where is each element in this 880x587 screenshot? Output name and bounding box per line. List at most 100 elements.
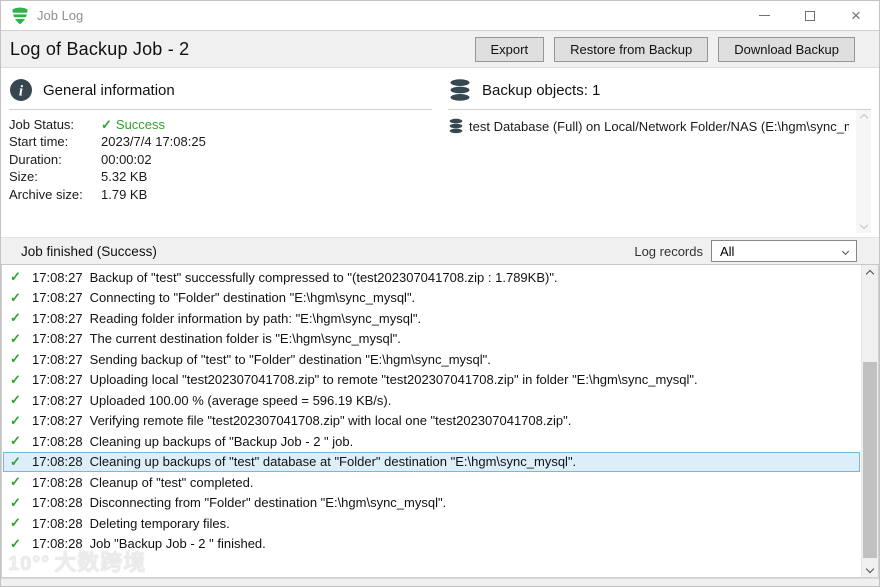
log-time: 17:08:28: [32, 434, 83, 449]
log-time: 17:08:27: [32, 290, 83, 305]
log-row[interactable]: ✓ 17:08:28 Cleanup of "test" completed.: [3, 472, 860, 493]
maximize-button[interactable]: [787, 1, 833, 30]
log-row[interactable]: ✓ 17:08:27 Uploading local "test20230704…: [3, 370, 860, 391]
check-icon: ✓: [10, 392, 26, 408]
scroll-down-icon: [859, 221, 867, 229]
log-time: 17:08:28: [32, 495, 83, 510]
check-icon: ✓: [10, 310, 26, 326]
watermark: 10°°大数跨境: [8, 545, 146, 577]
scroll-down-button[interactable]: [862, 560, 878, 577]
general-information-panel: i General information Job Status: ✓ Succe…: [9, 76, 432, 237]
watermark-logo: 10°°: [8, 553, 50, 575]
log-row[interactable]: ✓ 17:08:27 Reading folder information by…: [3, 308, 860, 329]
log-row[interactable]: ✓ 17:08:27 Connecting to "Folder" destin…: [3, 288, 860, 309]
check-icon: ✓: [10, 372, 26, 388]
log-row[interactable]: ✓ 17:08:27 Verifying remote file "test20…: [3, 411, 860, 432]
check-icon: ✓: [10, 454, 26, 470]
window-title: Job Log: [37, 8, 741, 23]
minimize-icon: [759, 15, 770, 16]
backup-object-item[interactable]: test Database (Full) on Local/Network Fo…: [448, 118, 871, 134]
backup-object-label: test Database (Full) on Local/Network Fo…: [469, 119, 849, 134]
log-time: 17:08:27: [32, 372, 83, 387]
log-time: 17:08:27: [32, 413, 83, 428]
log-row[interactable]: ✓ 17:08:27 The current destination folde…: [3, 329, 860, 350]
backup-objects-title: Backup objects: 1: [482, 82, 600, 99]
check-icon: ✓: [101, 117, 112, 132]
log-message: Cleaning up backups of "test" database a…: [90, 454, 577, 469]
scroll-up-button[interactable]: [862, 265, 878, 282]
log-message: Disconnecting from "Folder" destination …: [90, 495, 447, 510]
check-icon: ✓: [10, 269, 26, 285]
info-label: Job Status:: [9, 116, 101, 133]
log-records-filter: Log records All: [634, 240, 857, 262]
log-message: Reading folder information by path: "E:\…: [90, 311, 422, 326]
log-row[interactable]: ✓ 17:08:28 Disconnecting from "Folder" d…: [3, 493, 860, 514]
log-row[interactable]: ✓ 17:08:28 Deleting temporary files.: [3, 513, 860, 534]
job-finished-status: Job finished (Success): [21, 244, 634, 259]
info-icon: i: [9, 78, 33, 102]
log-time: 17:08:28: [32, 475, 83, 490]
backup-objects-scrollbar[interactable]: [856, 110, 871, 233]
close-button[interactable]: ×: [833, 1, 879, 30]
size-value: 5.32 KB: [101, 168, 432, 185]
scroll-up-icon: [866, 269, 874, 277]
log-message: Verifying remote file "test202307041708.…: [90, 413, 572, 428]
backup-objects-header: Backup objects: 1: [448, 76, 871, 110]
log-row[interactable]: ✓ 17:08:27 Sending backup of "test" to "…: [3, 349, 860, 370]
log-message: Backup of "test" successfully compressed…: [90, 270, 558, 285]
check-icon: ✓: [10, 515, 26, 531]
check-icon: ✓: [10, 290, 26, 306]
log-message: Cleanup of "test" completed.: [90, 475, 254, 490]
info-label: Duration:: [9, 151, 101, 168]
general-information-title: General information: [43, 82, 175, 99]
log-time: 17:08:27: [32, 311, 83, 326]
check-icon: ✓: [10, 351, 26, 367]
log-row[interactable]: ✓ 17:08:27 Uploaded 100.00 % (average sp…: [3, 390, 860, 411]
log-records-select[interactable]: All: [711, 240, 857, 262]
info-label: Archive size:: [9, 186, 101, 203]
watermark-text: 大数跨境: [54, 550, 146, 575]
log-time: 17:08:27: [32, 270, 83, 285]
log-scrollbar[interactable]: [861, 265, 878, 577]
check-icon: ✓: [10, 413, 26, 429]
check-icon: ✓: [10, 433, 26, 449]
app-logo-shield-icon: [10, 6, 30, 26]
export-button[interactable]: Export: [475, 37, 545, 62]
info-panels: i General information Job Status: ✓ Succe…: [1, 68, 879, 237]
window-controls: ×: [741, 1, 879, 30]
log-list: ✓ 17:08:27 Backup of "test" successfully…: [3, 267, 860, 577]
log-message: Sending backup of "test" to "Folder" des…: [90, 352, 491, 367]
log-records-selected-value: All: [720, 244, 734, 259]
log-section-bar: Job finished (Success) Log records All: [1, 237, 879, 264]
log-message: Cleaning up backups of "Backup Job - 2 "…: [90, 434, 354, 449]
database-icon: [448, 118, 464, 134]
log-message: Deleting temporary files.: [90, 516, 230, 531]
scroll-up-icon: [859, 114, 867, 122]
info-label: Start time:: [9, 133, 101, 150]
window-footer-strip: [1, 578, 879, 586]
restore-from-backup-button[interactable]: Restore from Backup: [554, 37, 708, 62]
log-message: Connecting to "Folder" destination "E:\h…: [90, 290, 416, 305]
job-status-value: ✓ Success: [101, 116, 432, 133]
log-time: 17:08:27: [32, 352, 83, 367]
page-title: Log of Backup Job - 2: [10, 39, 475, 60]
log-message: Uploading local "test202307041708.zip" t…: [90, 372, 698, 387]
start-time-value: 2023/7/4 17:08:25: [101, 133, 432, 150]
log-row[interactable]: ✓ 17:08:27 Backup of "test" successfully…: [3, 267, 860, 288]
scrollbar-thumb[interactable]: [863, 362, 877, 558]
log-message: The current destination folder is "E:\hg…: [90, 331, 401, 346]
log-row[interactable]: ✓ 17:08:28 Cleaning up backups of "Backu…: [3, 431, 860, 452]
download-backup-button[interactable]: Download Backup: [718, 37, 855, 62]
scroll-down-icon: [866, 564, 874, 572]
log-time: 17:08:28: [32, 516, 83, 531]
log-message: Uploaded 100.00 % (average speed = 596.1…: [90, 393, 392, 408]
close-icon: ×: [851, 7, 861, 24]
log-row[interactable]: ✓ 17:08:28 Cleaning up backups of "test"…: [3, 452, 860, 473]
chevron-down-icon: [842, 248, 849, 255]
general-information-grid: Job Status: ✓ Success Start time: 2023/7/…: [9, 116, 432, 203]
status-text: Success: [116, 117, 165, 132]
general-information-header: i General information: [9, 76, 432, 110]
log-time: 17:08:28: [32, 454, 83, 469]
log-records-label: Log records: [634, 244, 703, 259]
minimize-button[interactable]: [741, 1, 787, 30]
